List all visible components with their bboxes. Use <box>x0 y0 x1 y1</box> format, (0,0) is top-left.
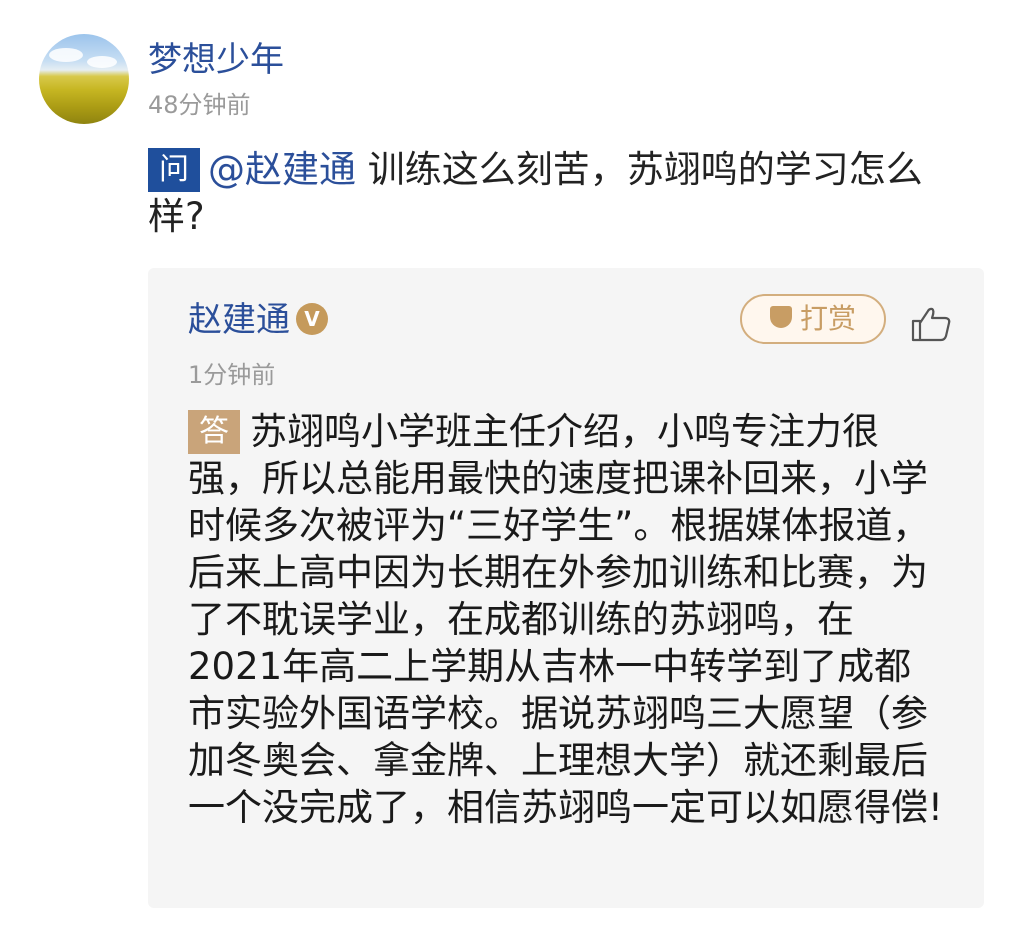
thumbs-up-icon[interactable] <box>910 305 954 343</box>
username[interactable]: 梦想少年 <box>148 38 284 82</box>
question: 问 @赵建通 训练这么刻苦，苏翊鸣的学习怎么样? <box>148 146 948 240</box>
answerer-name[interactable]: 赵建通 V <box>188 298 328 342</box>
answerer-label: 赵建通 <box>188 300 290 340</box>
verified-icon: V <box>296 302 328 335</box>
avatar-cloud <box>49 48 83 62</box>
post-timestamp: 48分钟前 <box>148 91 251 119</box>
answer-body: 答苏翊鸣小学班主任介绍，小鸣专注力很强，所以总能用最快的速度把课补回来，小学时候… <box>188 408 948 831</box>
answer-text: 苏翊鸣小学班主任介绍，小鸣专注力很强，所以总能用最快的速度把课补回来，小学时候多… <box>188 410 943 829</box>
avatar-cloud <box>87 56 117 68</box>
mention-link[interactable]: @赵建通 <box>208 148 356 191</box>
question-tag: 问 <box>148 148 200 192</box>
answer-timestamp: 1分钟前 <box>188 361 276 389</box>
tip-label: 打赏 <box>799 302 856 335</box>
gem-icon <box>769 306 792 328</box>
answer-card: 赵建通 V 打赏 1分钟前 答苏翊鸣小学班主任介绍，小鸣专注力很强，所以总能用最快… <box>148 268 984 908</box>
tip-button[interactable]: 打赏 <box>740 294 886 344</box>
answer-tag: 答 <box>188 410 240 454</box>
avatar[interactable] <box>39 34 129 124</box>
